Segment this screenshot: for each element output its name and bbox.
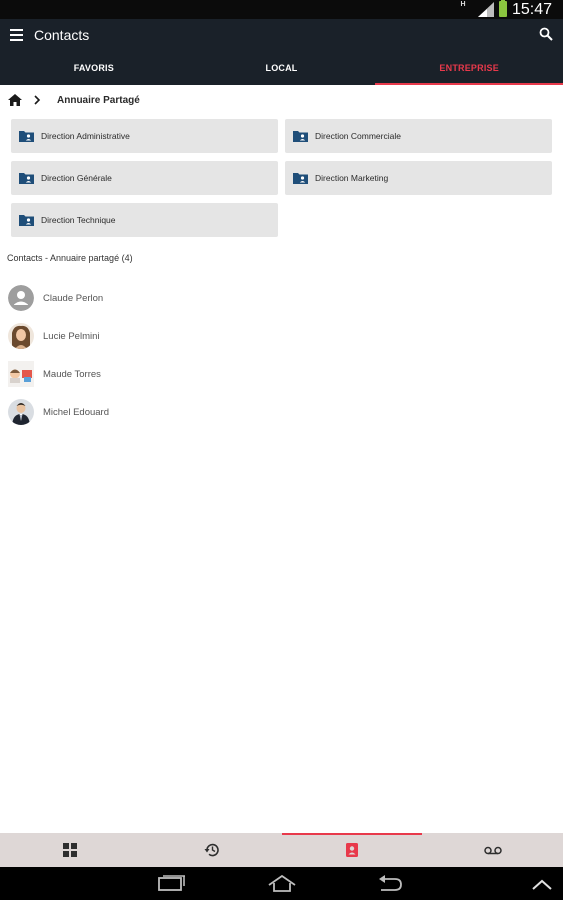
folder-label: Direction Générale [41,173,112,183]
tab-entreprise[interactable]: ENTREPRISE [375,52,563,85]
contacts-section-title: Contacts - Annuaire partagé (4) [7,253,133,263]
folder-direction-administrative[interactable]: Direction Administrative [11,119,278,153]
folder-direction-technique[interactable]: Direction Technique [11,203,278,237]
avatar [8,399,34,425]
folder-direction-generale[interactable]: Direction Générale [11,161,278,195]
contact-name: Lucie Pelmini [43,331,100,342]
folder-direction-marketing[interactable]: Direction Marketing [285,161,552,195]
folder-label: Direction Technique [41,215,116,225]
default-avatar-icon [8,285,34,311]
folder-label: Direction Commerciale [315,131,401,141]
system-navigation-bar [0,867,563,900]
contact-name: Michel Edouard [43,407,110,418]
chevron-right-icon [34,95,41,105]
nav-item-apps[interactable] [0,833,141,867]
apps-grid-icon [63,843,78,857]
folder-contact-icon [293,173,308,184]
app-bar: Contacts [0,19,563,52]
tab-favoris[interactable]: FAVORIS [0,52,188,85]
home-nav-icon[interactable] [267,875,297,892]
tab-bar: FAVORIS LOCAL ENTREPRISE [0,52,563,85]
nav-item-voicemail[interactable] [422,833,563,867]
contacts-icon [345,843,358,857]
contact-item[interactable]: Michel Edouard [0,394,563,432]
page-title: Contacts [34,27,90,43]
recents-icon[interactable] [158,875,186,891]
nav-item-contacts[interactable] [281,833,423,867]
home-icon[interactable] [8,94,22,106]
folder-label: Direction Marketing [315,173,389,183]
search-icon[interactable] [539,27,553,41]
battery-icon [499,0,507,17]
voicemail-icon [483,846,502,854]
folder-contact-icon [19,173,34,184]
contact-item[interactable]: Claude Perlon [0,280,563,318]
breadcrumb: Annuaire Partagé [0,86,563,114]
bottom-navigation [0,833,563,867]
nav-item-history[interactable] [141,833,282,867]
contact-item[interactable]: Lucie Pelmini [0,318,563,356]
back-icon[interactable] [377,875,403,892]
chevron-up-icon[interactable] [532,879,552,890]
contact-item[interactable]: Maude Torres [0,356,563,394]
avatar [8,323,34,349]
contact-name: Maude Torres [43,369,101,380]
tab-local[interactable]: LOCAL [188,52,376,85]
clock: 15:47 [512,1,553,18]
folder-contact-icon [293,131,308,142]
breadcrumb-current: Annuaire Partagé [57,95,140,106]
signal-strength-icon [478,2,494,17]
contact-name: Claude Perlon [43,293,104,304]
network-type-indicator: H [460,1,466,8]
status-bar: H 15:47 [0,0,563,19]
folder-label: Direction Administrative [41,131,130,141]
folder-contact-icon [19,215,34,226]
folder-direction-commerciale[interactable]: Direction Commerciale [285,119,552,153]
folder-contact-icon [19,131,34,142]
history-icon [204,843,219,857]
menu-icon[interactable] [10,29,23,41]
avatar [8,361,34,387]
